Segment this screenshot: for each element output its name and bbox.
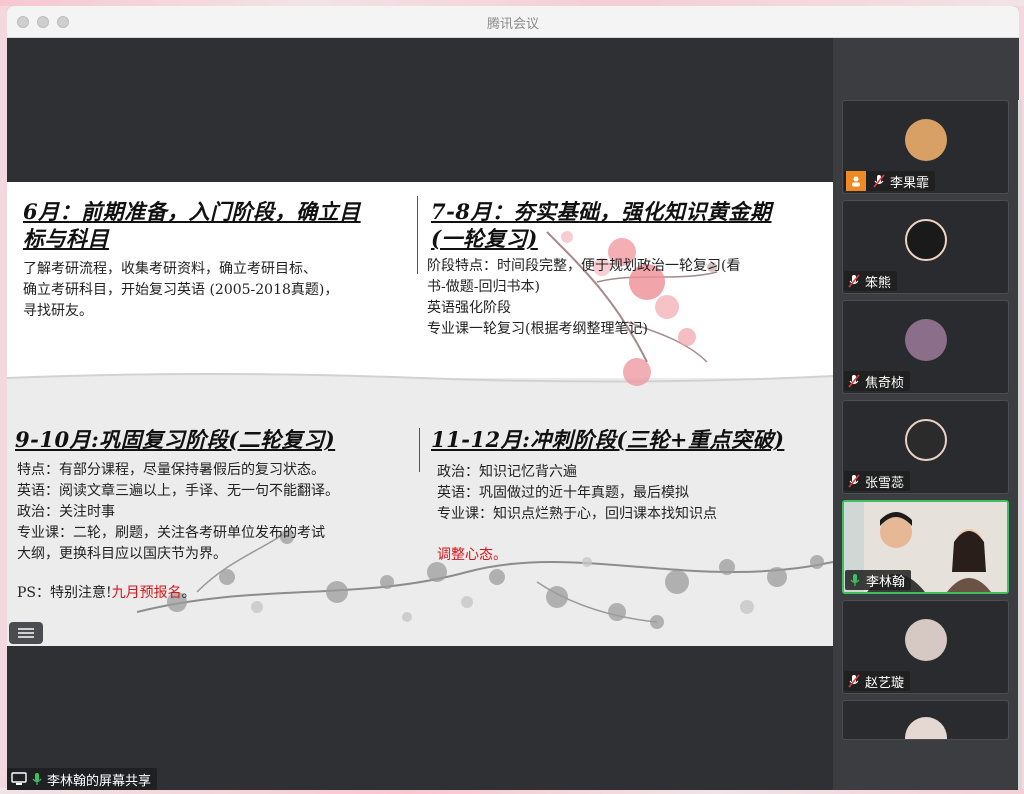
participant-name: 李果霏 — [890, 175, 930, 191]
q4-line: 专业课：知识点烂熟于心，回归课本找知识点 — [437, 506, 717, 522]
q2-line: 阶段特点：时间段完整，便于规划政治一轮复习(看 — [427, 258, 741, 274]
participant-tile[interactable]: 张雪蕊 — [842, 400, 1009, 494]
participant-name: 笨熊 — [865, 275, 892, 291]
q1-heading-line2: 标与科目 — [23, 226, 109, 251]
q3-line: 专业课：二轮，刷题，关注各考研单位发布的考试 — [17, 525, 325, 541]
microphone-muted-icon — [848, 674, 860, 688]
window-scrollbar[interactable] — [1018, 100, 1022, 790]
q3-line: 英语：阅读文章三遍以上，手译、无一句不能翻译。 — [17, 483, 339, 499]
microphone-muted-icon — [848, 474, 860, 488]
avatar — [905, 419, 947, 461]
microphone-muted-icon — [848, 274, 860, 288]
window-title: 腾讯会议 — [486, 17, 539, 32]
shared-slide: 6月：前期准备，入门阶段，确立目 标与科目 了解考研流程，收集考研资料，确立考研… — [7, 182, 833, 646]
participant-name-tag: 赵艺璇 — [844, 671, 911, 691]
microphone-on-icon — [32, 773, 42, 785]
avatar — [905, 119, 947, 161]
meeting-window: 腾讯会议 6月：前期准备，入门阶段，确立目 标与科目 了解考研流程，收集考研资料… — [7, 6, 1019, 790]
q1-line: 了解考研流程，收集考研资料，确立考研目标、 — [23, 261, 317, 277]
q4-line: 政治：知识记忆背六遍 — [437, 464, 577, 480]
screen-share-area: 6月：前期准备，入门阶段，确立目 标与科目 了解考研流程，收集考研资料，确立考研… — [7, 38, 833, 790]
q2-text: 阶段特点：时间段完整，便于规划政治一轮复习(看 书-做题-回归书本) 英语强化阶… — [427, 256, 827, 340]
participant-name: 焦奇桢 — [865, 375, 905, 391]
q1-text: 了解考研流程，收集考研资料，确立考研目标、 确立考研科目，开始复习英语 (200… — [23, 259, 413, 322]
q4-highlight: 调整心态。 — [437, 547, 507, 563]
host-icon — [846, 171, 866, 191]
participant-name: 李林翰 — [866, 574, 906, 590]
participant-name-tag: 李果霏 — [844, 171, 936, 191]
participant-name-tag: 李林翰 — [845, 570, 912, 590]
column-divider-top — [417, 196, 418, 274]
participant-panel: 李果霏 笨熊 焦奇桢 张雪蕊 李林翰 赵艺璇 — [833, 38, 1019, 790]
participant-tile[interactable]: 笨熊 — [842, 200, 1009, 294]
participant-tile[interactable]: 赵艺璇 — [842, 600, 1009, 694]
q3-line: 大纲，更换科目应以国庆节为界。 — [17, 546, 227, 562]
q3-heading: 9-10月:巩固复习阶段(二轮复习) — [15, 427, 336, 452]
ps-prefix: PS：特别注意! — [17, 585, 112, 601]
q4-heading: 11-12月:冲刺阶段(三轮+重点突破) — [431, 427, 785, 452]
participant-tile[interactable]: 焦奇桢 — [842, 300, 1009, 394]
q3-line: 政治：关注时事 — [17, 504, 115, 520]
microphone-on-icon — [850, 574, 860, 586]
q2-line: 书-做题-回归书本) — [427, 279, 540, 295]
participant-name-tag: 张雪蕊 — [844, 471, 911, 491]
screen-share-icon — [11, 772, 27, 785]
participant-tile-active-speaker[interactable]: 李林翰 — [842, 500, 1009, 594]
participant-name: 赵艺璇 — [865, 675, 905, 691]
ps-highlight: 九月预报名 — [111, 585, 182, 601]
column-divider-bottom — [419, 428, 420, 472]
participant-name-tag: 笨熊 — [844, 271, 898, 291]
ps-suffix: 。 — [181, 585, 196, 601]
q1-heading-line1: 6月：前期准备，入门阶段，确立目 — [23, 199, 361, 224]
avatar — [905, 319, 947, 361]
screen-share-label: 李林翰的屏幕共享 — [47, 773, 152, 789]
slide-wave-divider — [7, 373, 833, 390]
participant-name-tag: 焦奇桢 — [844, 371, 911, 391]
q1-line: 寻找研友。 — [23, 303, 93, 319]
q3-ps-note: PS：特别注意!九月预报名。 — [17, 583, 196, 604]
q2-heading-line2: (一轮复习) — [431, 226, 538, 251]
participant-name: 张雪蕊 — [865, 475, 905, 491]
avatar — [905, 219, 947, 261]
q2-line: 专业课一轮复习(根据考纲整理笔记) — [427, 321, 648, 337]
avatar — [905, 619, 947, 661]
q2-line: 英语强化阶段 — [427, 300, 511, 316]
participant-tile-partial[interactable] — [842, 700, 1009, 740]
slide-menu-button[interactable] — [9, 622, 43, 644]
q3-line: 特点：有部分课程，尽量保持暑假后的复习状态。 — [17, 462, 325, 478]
title-bar: 腾讯会议 — [7, 6, 1019, 38]
q2-heading-line1: 7-8月：夯实基础，强化知识黄金期 — [431, 199, 772, 224]
screen-share-indicator: 李林翰的屏幕共享 — [7, 768, 158, 790]
avatar — [905, 717, 947, 739]
q3-text: 特点：有部分课程，尽量保持暑假后的复习状态。 英语：阅读文章三遍以上，手译、无一… — [17, 460, 417, 565]
microphone-muted-icon — [873, 174, 885, 188]
microphone-muted-icon — [848, 374, 860, 388]
q1-line: 确立考研科目，开始复习英语 (2005-2018真题)， — [23, 282, 339, 298]
participant-tile[interactable]: 李果霏 — [842, 100, 1009, 194]
q4-text: 政治：知识记忆背六遍 英语：巩固做过的近十年真题，最后模拟 专业课：知识点烂熟于… — [437, 462, 827, 525]
q4-line: 英语：巩固做过的近十年真题，最后模拟 — [437, 485, 689, 501]
